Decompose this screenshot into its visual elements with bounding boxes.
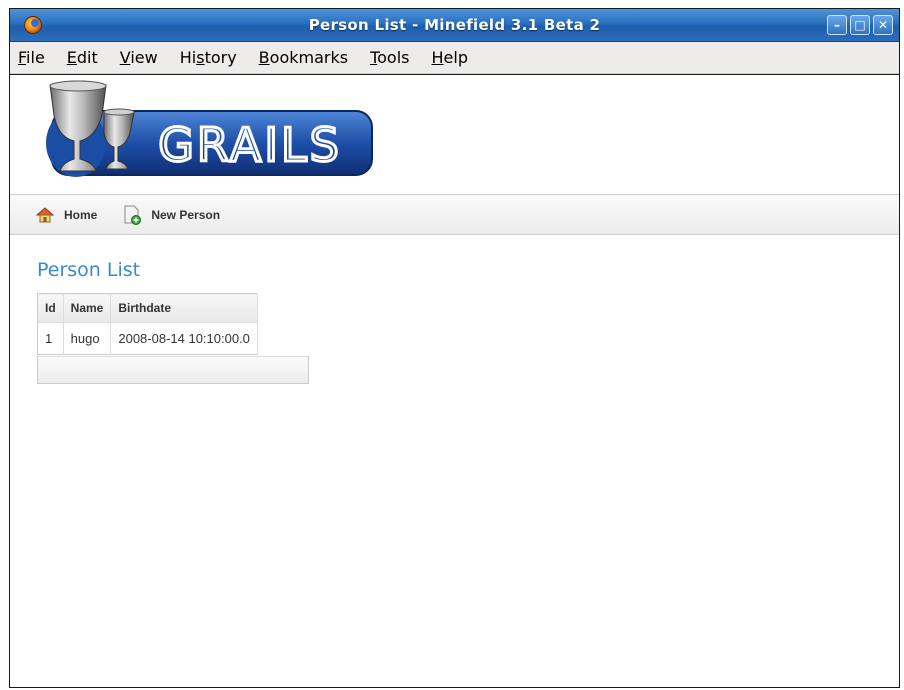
column-header-id[interactable]: Id (37, 293, 64, 323)
home-icon (36, 206, 54, 222)
page-content: GRAILS Home New Person Person List Id Na… (10, 75, 899, 687)
menu-bookmarks[interactable]: Bookmarks (259, 48, 348, 67)
logo-area: GRAILS (10, 75, 899, 195)
menu-tools[interactable]: Tools (370, 48, 409, 67)
grails-logo[interactable]: GRAILS (32, 79, 376, 191)
cell-name: hugo (63, 322, 112, 355)
new-person-label: New Person (151, 207, 221, 222)
cell-id[interactable]: 1 (37, 322, 64, 355)
new-person-link[interactable]: New Person (123, 205, 220, 225)
window-title: Person List - Minefield 3.1 Beta 2 (308, 16, 601, 34)
menu-file[interactable]: File (18, 48, 45, 67)
menu-bar: File Edit View History Bookmarks Tools H… (10, 42, 899, 74)
column-header-name[interactable]: Name (63, 293, 112, 323)
page-title: Person List (37, 259, 141, 281)
menu-edit[interactable]: Edit (67, 48, 98, 67)
menu-history[interactable]: History (180, 48, 237, 67)
person-table: Id Name Birthdate 1 hugo 2008-08-14 10:1… (37, 293, 258, 355)
title-bar[interactable]: Person List - Minefield 3.1 Beta 2 – □ ✕ (10, 9, 899, 42)
menu-help[interactable]: Help (432, 48, 468, 67)
browser-window: Person List - Minefield 3.1 Beta 2 – □ ✕… (9, 8, 900, 688)
table-row: 1 hugo 2008-08-14 10:10:00.0 (37, 322, 258, 355)
cell-birthdate: 2008-08-14 10:10:00.0 (110, 322, 258, 355)
home-label: Home (64, 207, 98, 222)
table-header-row: Id Name Birthdate (37, 293, 258, 323)
home-link[interactable]: Home (36, 206, 98, 223)
nav-bar: Home New Person (10, 195, 899, 235)
close-button[interactable]: ✕ (873, 15, 893, 35)
logo-text: GRAILS (158, 118, 342, 172)
maximize-button[interactable]: □ (850, 15, 870, 35)
new-document-icon (124, 205, 142, 225)
pagination-bar (37, 356, 309, 384)
column-header-birthdate[interactable]: Birthdate (110, 293, 258, 323)
minimize-button[interactable]: – (827, 15, 847, 35)
menu-view[interactable]: View (120, 48, 158, 67)
